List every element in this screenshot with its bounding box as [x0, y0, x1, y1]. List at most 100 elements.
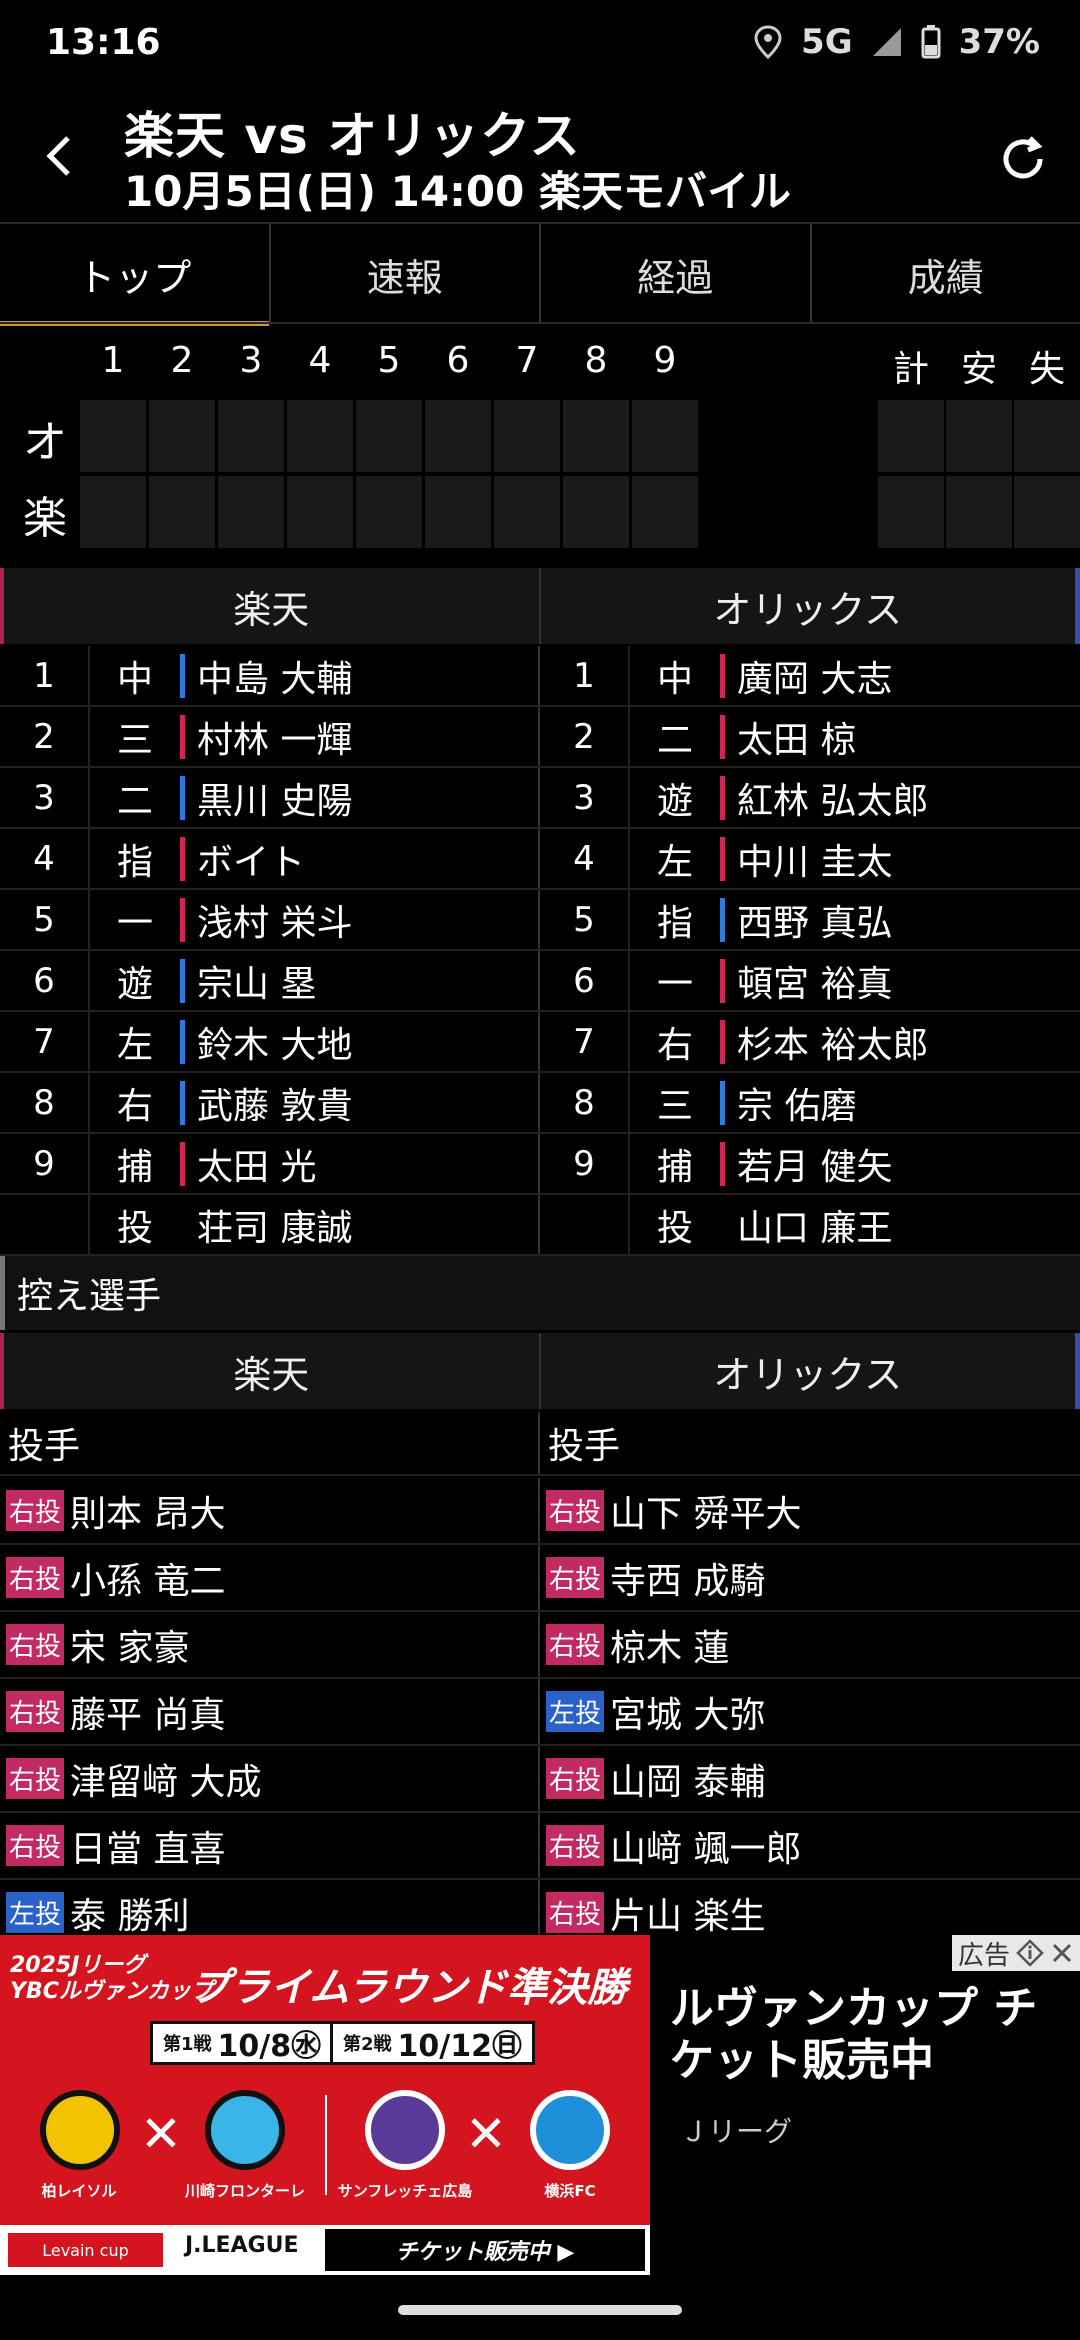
- player-name[interactable]: 村林 一輝: [180, 714, 352, 761]
- player-name[interactable]: 中川 圭太: [720, 836, 892, 883]
- player-name[interactable]: 太田 光: [180, 1141, 316, 1188]
- bench-player[interactable]: 右投 椋木 蓮: [540, 1612, 1080, 1677]
- player-name[interactable]: 寺西 成騎: [610, 1552, 765, 1604]
- score-cell: [494, 400, 560, 472]
- player-name[interactable]: 泰 勝利: [70, 1887, 189, 1939]
- bench-player[interactable]: 右投 津留﨑 大成: [0, 1746, 540, 1811]
- player-name[interactable]: 鈴木 大地: [180, 1019, 352, 1066]
- home-batter[interactable]: 3 二黒川 史陽: [0, 768, 540, 827]
- ad-label[interactable]: 広告: [951, 1935, 1080, 1971]
- player-name[interactable]: 片山 楽生: [610, 1887, 765, 1939]
- player-name[interactable]: 太田 椋: [720, 714, 856, 761]
- bench-player[interactable]: 右投 山﨑 颯一郎: [540, 1813, 1080, 1878]
- tab-top[interactable]: トップ: [0, 224, 271, 326]
- bench-player[interactable]: 右投 山岡 泰輔: [540, 1746, 1080, 1811]
- home-batter[interactable]: 2 三村林 一輝: [0, 707, 540, 766]
- batting-order: 4: [33, 838, 55, 879]
- player-name[interactable]: 宮城 大弥: [610, 1686, 765, 1738]
- tab-progress[interactable]: 経過: [541, 224, 812, 324]
- home-batter[interactable]: 投荘司 康誠: [0, 1195, 540, 1254]
- bench-player[interactable]: 右投 日當 直喜: [0, 1813, 540, 1878]
- position: 捕: [88, 1134, 180, 1193]
- player-name[interactable]: 黒川 史陽: [180, 775, 352, 822]
- away-batter[interactable]: 1 中廣岡 大志: [540, 646, 1080, 705]
- away-batter[interactable]: 2 二太田 椋: [540, 707, 1080, 766]
- throw-hand-badge: 右投: [546, 1758, 605, 1799]
- batting-order: 1: [573, 655, 595, 696]
- position: 右: [628, 1012, 720, 1071]
- player-name[interactable]: 宗山 塁: [180, 958, 316, 1005]
- ad-close-icon[interactable]: [1050, 1941, 1074, 1965]
- back-button[interactable]: [30, 126, 90, 186]
- position: 一: [88, 890, 180, 949]
- player-name[interactable]: 宋 家豪: [70, 1619, 189, 1671]
- ad-date-1: 第1戦 10/8㊌: [150, 2021, 335, 2065]
- throw-hand-badge: 右投: [6, 1691, 65, 1732]
- app-header: 楽天 vs オリックス 10月5日(日) 14:00 楽天モバイル: [0, 96, 1080, 220]
- away-batter[interactable]: 5 指西野 真弘: [540, 890, 1080, 949]
- player-name[interactable]: 頓宮 裕真: [720, 958, 892, 1005]
- player-name[interactable]: 山﨑 颯一郎: [610, 1820, 801, 1872]
- position: 指: [628, 890, 720, 949]
- player-name[interactable]: 荘司 康誠: [180, 1203, 352, 1249]
- player-name[interactable]: 山下 舜平大: [610, 1485, 801, 1537]
- player-name[interactable]: ボイト: [180, 836, 305, 883]
- player-name[interactable]: 津留﨑 大成: [70, 1753, 261, 1805]
- home-batter[interactable]: 7 左鈴木 大地: [0, 1012, 540, 1071]
- player-name[interactable]: 武藤 敦貴: [180, 1080, 352, 1127]
- ad-image[interactable]: 2025Jリーグ YBCルヴァンカップ プライムラウンド準決勝 第1戦 10/8㊌…: [0, 1935, 650, 2275]
- home-indicator[interactable]: [398, 2305, 682, 2315]
- bench-player[interactable]: 右投 藤平 尚真: [0, 1679, 540, 1744]
- total-header: 計: [892, 349, 929, 390]
- player-name[interactable]: 西野 真弘: [720, 897, 892, 944]
- ad-banner[interactable]: 2025Jリーグ YBCルヴァンカップ プライムラウンド準決勝 第1戦 10/8㊌…: [0, 1935, 1080, 2275]
- home-batter[interactable]: 1 中中島 大輔: [0, 646, 540, 705]
- home-batter[interactable]: 8 右武藤 敦貴: [0, 1073, 540, 1132]
- player-name[interactable]: 小孫 竜二: [70, 1552, 225, 1604]
- player-name[interactable]: 山口 廉王: [720, 1203, 892, 1249]
- score-cell: [356, 476, 422, 548]
- home-batter[interactable]: 9 捕太田 光: [0, 1134, 540, 1193]
- player-name[interactable]: 杉本 裕太郎: [720, 1019, 928, 1066]
- battery-level: 37%: [958, 22, 1040, 62]
- away-batter[interactable]: 4 左中川 圭太: [540, 829, 1080, 888]
- player-name[interactable]: 山岡 泰輔: [610, 1753, 765, 1805]
- ad-info-icon[interactable]: [1016, 1939, 1044, 1967]
- tab-live[interactable]: 速報: [271, 224, 541, 324]
- ad-text-panel[interactable]: 広告 ルヴァンカップ チケット販売中 Ｊリーグ: [650, 1935, 1080, 2275]
- bench-player[interactable]: 右投宋 家豪: [0, 1612, 540, 1677]
- player-name[interactable]: 廣岡 大志: [720, 653, 892, 700]
- player-name[interactable]: 藤平 尚真: [70, 1686, 225, 1738]
- away-batter[interactable]: 投山口 廉王: [540, 1195, 1080, 1254]
- home-batter[interactable]: 6 遊宗山 塁: [0, 951, 540, 1010]
- inning-header: 8: [584, 340, 608, 381]
- tab-stats[interactable]: 成績: [812, 224, 1080, 324]
- player-name[interactable]: 則本 昂大: [70, 1485, 225, 1537]
- player-name[interactable]: 椋木 蓮: [610, 1619, 729, 1671]
- player-name[interactable]: 若月 健矢: [720, 1141, 892, 1188]
- player-name[interactable]: 紅林 弘太郎: [720, 775, 928, 822]
- scoreboard-team: オ: [23, 417, 67, 468]
- away-batter[interactable]: 6 一頓宮 裕真: [540, 951, 1080, 1010]
- away-batter[interactable]: 8三宗 佑磨: [540, 1073, 1080, 1132]
- player-name[interactable]: 中島 大輔: [180, 653, 352, 700]
- throw-hand-badge: 右投: [546, 1892, 605, 1933]
- player-name[interactable]: 日當 直喜: [70, 1820, 225, 1872]
- ad-headline[interactable]: ルヴァンカップ チケット販売中: [670, 1983, 1070, 2087]
- bench-player[interactable]: 右投 山下 舜平大: [540, 1478, 1080, 1543]
- bench-player[interactable]: 右投 寺西 成騎: [540, 1545, 1080, 1610]
- bench-player[interactable]: 右投 小孫 竜二: [0, 1545, 540, 1610]
- away-batter[interactable]: 3 遊紅林 弘太郎: [540, 768, 1080, 827]
- away-batter[interactable]: 9 捕若月 健矢: [540, 1134, 1080, 1193]
- away-batter[interactable]: 7 右杉本 裕太郎: [540, 1012, 1080, 1071]
- player-name[interactable]: 宗 佑磨: [720, 1080, 856, 1127]
- home-batter[interactable]: 4 指ボイト: [0, 829, 540, 888]
- inning-header: 1: [101, 340, 125, 381]
- bench-player[interactable]: 右投 則本 昂大: [0, 1478, 540, 1543]
- home-batter[interactable]: 5 一浅村 栄斗: [0, 890, 540, 949]
- bench-player[interactable]: 左投 宮城 大弥: [540, 1679, 1080, 1744]
- player-name[interactable]: 浅村 栄斗: [180, 897, 352, 944]
- ad-ticket-button[interactable]: チケット販売中 ▶: [325, 2229, 645, 2271]
- refresh-button[interactable]: [992, 128, 1054, 190]
- home-team-name: 楽天: [0, 568, 541, 644]
